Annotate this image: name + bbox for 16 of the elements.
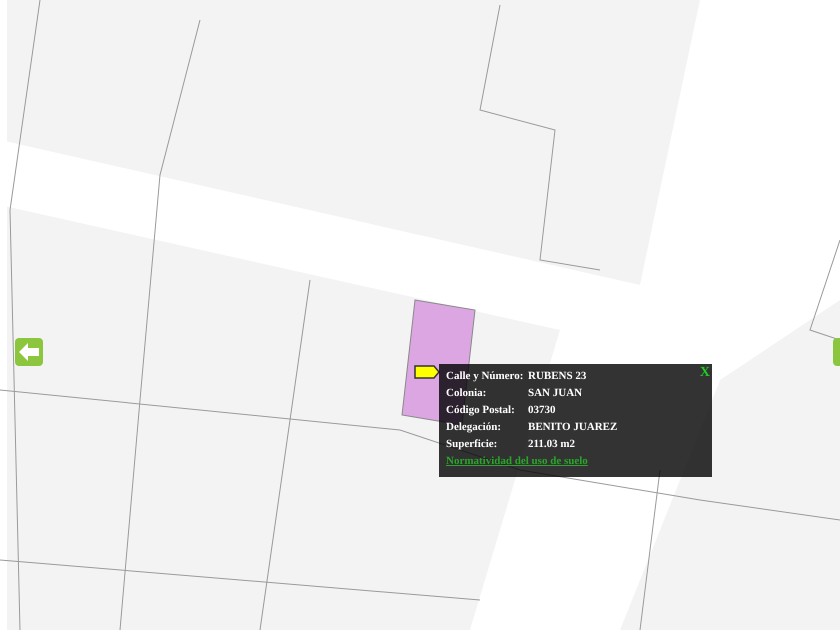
field-value: 211.03 m2 <box>528 437 576 452</box>
land-use-link[interactable]: Normatividad del uso de suelo <box>446 455 588 467</box>
field-label: Colonia: <box>446 386 488 401</box>
field-value: BENITO JUAREZ <box>528 420 618 435</box>
field-value: SAN JUAN <box>528 386 582 401</box>
field-value: RUBENS 23 <box>528 369 586 384</box>
field-label: Calle y Número: <box>446 369 524 384</box>
arrow-left-icon <box>19 343 39 361</box>
field-label: Delegación: <box>446 420 502 435</box>
marker-icon <box>414 365 440 379</box>
pan-right-button[interactable] <box>833 338 840 366</box>
pan-left-button[interactable] <box>15 338 43 366</box>
close-button[interactable]: X <box>700 365 710 381</box>
field-label: Código Postal: <box>446 403 516 418</box>
field-label: Superficie: <box>446 437 498 452</box>
field-value: 03730 <box>528 403 556 418</box>
